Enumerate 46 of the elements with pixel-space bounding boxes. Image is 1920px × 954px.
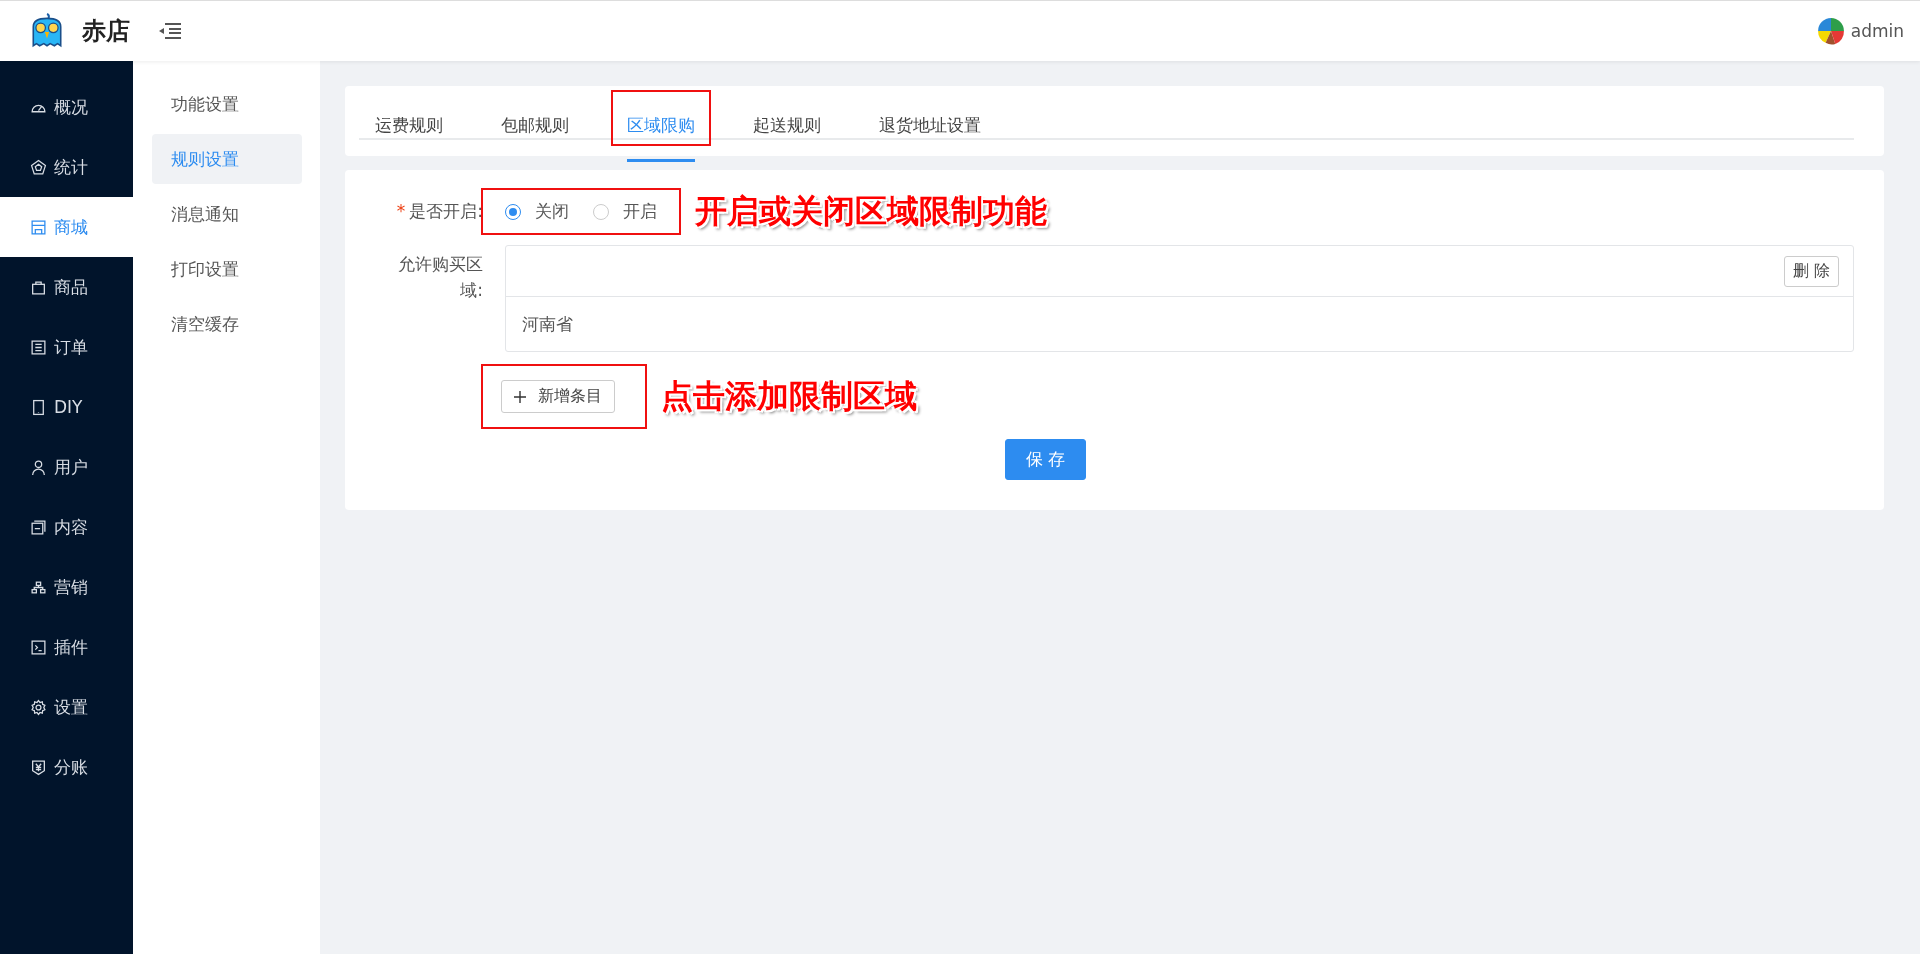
sidebar-item[interactable]: 内容 — [0, 497, 133, 557]
table-cell: 河南省 — [522, 312, 573, 336]
store-icon — [30, 218, 47, 236]
add-item-button[interactable]: 新增条目 — [501, 380, 615, 413]
sidebar-item[interactable]: 商品 — [0, 257, 133, 317]
annotation-text: 开启或关闭区域限制功能 — [695, 190, 1047, 232]
list-icon — [30, 338, 47, 356]
sidebar-item[interactable]: 插件 — [0, 617, 133, 677]
user-name[interactable]: admin — [1850, 21, 1904, 41]
annotation-text: 点击添加限制区域 — [661, 375, 917, 417]
sidebar-item[interactable]: 营销 — [0, 557, 133, 617]
field-label: * 是否开启: — [395, 200, 484, 223]
tab[interactable]: 包邮规则 — [501, 104, 569, 162]
tab[interactable]: 运费规则 — [375, 104, 443, 162]
submenu-item[interactable]: 清空缓存 — [152, 299, 302, 349]
terminal-icon — [30, 638, 47, 656]
user-icon — [30, 458, 47, 476]
tab[interactable]: 起送规则 — [753, 104, 821, 162]
delete-button[interactable]: 删 除 — [1783, 255, 1839, 287]
radio-option[interactable]: 关闭 — [505, 200, 569, 223]
submenu-item[interactable]: 功能设置 — [152, 79, 302, 129]
gear-icon — [30, 698, 47, 716]
plus-icon — [514, 390, 526, 403]
field-label: 允许购买区域: — [397, 253, 484, 302]
sidebar-item[interactable]: 商城 — [0, 197, 133, 257]
brand-name: 赤店 — [82, 16, 130, 47]
sidebar-item[interactable]: 设置 — [0, 677, 133, 737]
tab[interactable]: 区域限购 — [627, 104, 695, 162]
radio-option[interactable]: 开启 — [593, 200, 657, 223]
pentagon-icon — [30, 158, 47, 176]
sidebar-item[interactable]: 分账 — [0, 737, 133, 797]
bird-logo-icon — [30, 12, 64, 50]
tab[interactable]: 退货地址设置 — [879, 104, 981, 162]
submenu-item[interactable]: 消息通知 — [152, 189, 302, 239]
sidebar-item[interactable]: 统计 — [0, 137, 133, 197]
sidebar-item[interactable]: 用户 — [0, 437, 133, 497]
yuan-icon — [30, 758, 47, 776]
window-icon — [30, 518, 47, 536]
sidebar-item[interactable]: 概况 — [0, 77, 133, 137]
avatar-icon[interactable] — [1816, 17, 1845, 45]
menu-fold-icon[interactable] — [158, 21, 182, 41]
submenu-item[interactable]: 打印设置 — [152, 244, 302, 294]
tablet-icon — [30, 398, 47, 416]
sidebar-item[interactable]: 订单 — [0, 317, 133, 377]
sidebar-item[interactable]: DIY — [0, 377, 133, 437]
required-mark: * — [396, 201, 406, 221]
